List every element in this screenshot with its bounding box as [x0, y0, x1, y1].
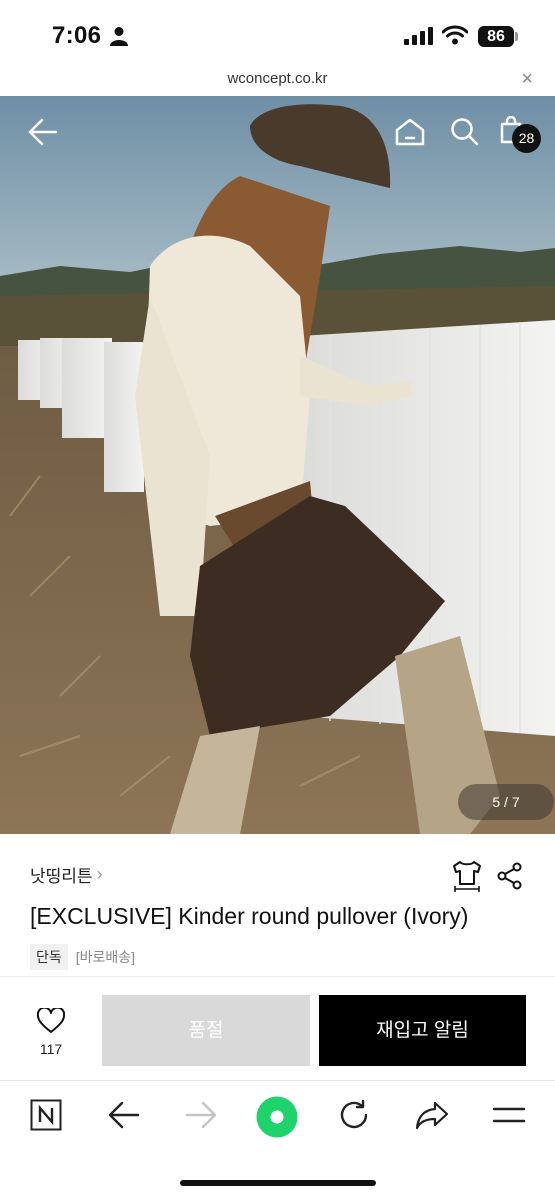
- cart-count-badge[interactable]: 28: [512, 124, 541, 153]
- back-arrow-icon[interactable]: [108, 1099, 140, 1131]
- product-hero-image[interactable]: [0, 96, 555, 834]
- delivery-tag: [바로배송]: [75, 949, 136, 965]
- home-icon[interactable]: [395, 118, 425, 146]
- brand-link[interactable]: 낫띵리튼 ›: [30, 862, 103, 887]
- image-counter: 5 / 7: [458, 784, 554, 820]
- forward-arrow-icon[interactable]: [185, 1099, 217, 1131]
- size-guide-shirt-icon[interactable]: [452, 860, 482, 892]
- menu-icon[interactable]: [492, 1105, 526, 1125]
- green-dot-icon[interactable]: [256, 1096, 298, 1138]
- naver-n-icon[interactable]: [30, 1099, 62, 1131]
- person-icon: [110, 27, 128, 46]
- exclusive-tag: 단독: [30, 944, 68, 970]
- brand-name[interactable]: 낫띵리튼: [30, 862, 93, 887]
- status-time: 7:06: [52, 22, 102, 49]
- status-bar: 7:06 86: [0, 0, 555, 68]
- divider: [0, 976, 555, 977]
- home-indicator: [180, 1180, 376, 1186]
- signal-icon: [404, 27, 433, 45]
- wifi-icon: [442, 25, 468, 45]
- product-tags: 단독 [바로배송]: [30, 944, 135, 970]
- refresh-icon[interactable]: [338, 1099, 370, 1131]
- product-title: [EXCLUSIVE] Kinder round pullover (Ivory…: [30, 903, 469, 929]
- url-text[interactable]: wconcept.co.kr: [0, 70, 555, 87]
- share-arrow-icon[interactable]: [415, 1099, 449, 1131]
- product-photo: [0, 96, 555, 834]
- url-bar[interactable]: wconcept.co.kr ×: [0, 68, 555, 96]
- search-icon[interactable]: [450, 117, 480, 147]
- chevron-right-icon: ›: [96, 864, 103, 884]
- battery-indicator: 86: [478, 26, 514, 47]
- share-icon[interactable]: [496, 862, 524, 890]
- like-count: 117: [39, 1041, 63, 1057]
- battery-tip: [515, 32, 518, 41]
- like-button[interactable]: 117: [30, 1006, 72, 1057]
- close-icon[interactable]: ×: [521, 68, 533, 91]
- restock-notify-button[interactable]: 재입고 알림: [319, 995, 526, 1066]
- sold-out-button[interactable]: 품절: [102, 995, 310, 1066]
- back-arrow-icon[interactable]: [28, 118, 58, 146]
- heart-icon[interactable]: [36, 1006, 66, 1034]
